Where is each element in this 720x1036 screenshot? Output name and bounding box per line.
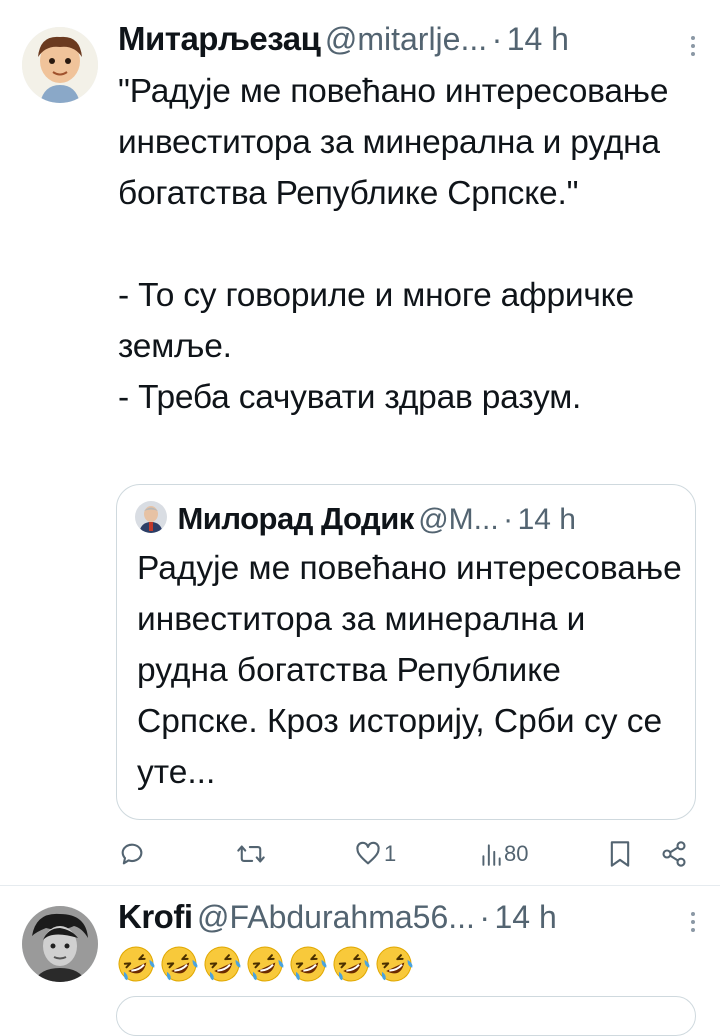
quoted-tweet-text: Радује ме повећано интересовање инвестит… <box>137 550 692 791</box>
retweet-icon <box>236 840 266 868</box>
quoted-tweet[interactable]: Милорад Додик @M... · 14 h Радује ме пов… <box>116 484 696 820</box>
rolling-on-floor-laughing-icon <box>374 944 414 984</box>
rolling-on-floor-laughing-icon <box>245 944 285 984</box>
rolling-on-floor-laughing-icon <box>288 944 328 984</box>
quoted-timestamp: 14 h <box>517 503 576 536</box>
quoted-separator-dot: · <box>503 503 514 536</box>
retweet-button[interactable] <box>236 834 266 874</box>
display-name[interactable]: Krofi <box>118 898 193 935</box>
separator-dot: · <box>491 21 503 57</box>
share-button[interactable] <box>660 834 688 874</box>
user-handle[interactable]: @mitarlje... <box>325 21 487 57</box>
quoted-tweet-header: Милорад Додик @M... · 14 h <box>135 501 576 545</box>
rolling-on-floor-laughing-icon <box>202 944 242 984</box>
rolling-on-floor-laughing-icon <box>159 944 199 984</box>
rolling-on-floor-laughing-icon <box>116 944 156 984</box>
more-options-icon[interactable] <box>690 34 696 63</box>
action-bar: 1 80 <box>118 834 698 874</box>
tweet-text: "Радује ме повећано интересовање инвести… <box>118 73 669 416</box>
quoted-display-name: Милорад Додик <box>177 501 414 536</box>
bookmark-icon <box>608 840 632 868</box>
avatar[interactable] <box>22 906 98 982</box>
timestamp[interactable]: 14 h <box>507 21 569 57</box>
views-button[interactable]: 80 <box>480 834 528 874</box>
timestamp[interactable]: 14 h <box>494 899 556 935</box>
tweet-1[interactable]: Митарљезац @mitarlje... · 14 h "Радује м… <box>0 0 720 885</box>
heart-icon <box>354 840 382 868</box>
avatar[interactable] <box>22 27 98 103</box>
rolling-on-floor-laughing-icon <box>331 944 371 984</box>
views-count: 80 <box>504 841 529 866</box>
quoted-avatar <box>135 501 167 533</box>
like-button[interactable]: 1 <box>354 834 396 874</box>
user-handle[interactable]: @FAbdurahma56... <box>197 899 475 935</box>
views-icon <box>480 841 502 867</box>
quoted-tweet-partial[interactable] <box>116 996 696 1036</box>
bookmark-button[interactable] <box>608 834 632 874</box>
emoji-row <box>116 944 414 984</box>
tweet-header: Krofi @FAbdurahma56... · 14 h <box>118 898 686 944</box>
more-options-icon[interactable] <box>690 910 696 939</box>
like-count: 1 <box>384 841 397 866</box>
reply-button[interactable] <box>118 834 146 874</box>
separator-dot: · <box>479 899 491 935</box>
share-icon <box>660 840 688 868</box>
quoted-user-handle: @M... <box>418 503 499 536</box>
reply-icon <box>118 840 146 868</box>
tweet-header: Митарљезац @mitarlje... · 14 h <box>118 20 686 66</box>
display-name[interactable]: Митарљезац <box>118 20 321 57</box>
